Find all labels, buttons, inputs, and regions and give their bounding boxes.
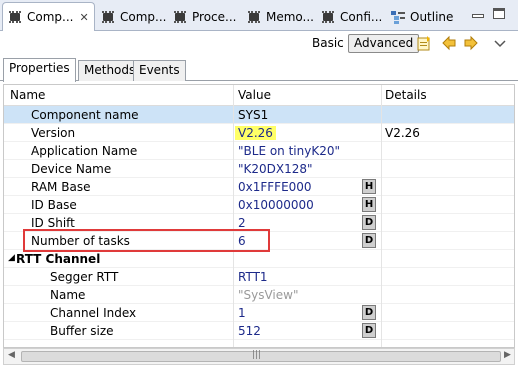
minimize-icon[interactable] [472, 14, 484, 18]
number-format-toggle[interactable]: H [362, 179, 376, 194]
tab-label: Comp... [27, 10, 74, 24]
maximize-icon[interactable] [493, 8, 505, 19]
property-name: Channel Index [50, 306, 137, 320]
tab-events[interactable]: Events [133, 60, 186, 81]
table-row[interactable]: Application Name "BLE on tinyK20" [4, 142, 514, 160]
property-value[interactable]: 1 [238, 306, 246, 320]
processor-chip-icon [173, 10, 187, 23]
property-value[interactable]: V2.26 [235, 126, 276, 140]
config-chip-icon [321, 10, 335, 23]
property-name: Buffer size [50, 324, 114, 338]
column-header-value[interactable]: Value [238, 88, 271, 102]
close-icon[interactable]: ✕ [79, 11, 88, 24]
properties-table: Name Value Details Component name SYS1 Ver… [3, 84, 515, 348]
basic-mode-button[interactable]: Basic [312, 36, 344, 50]
property-name: Name [50, 288, 86, 302]
number-format-toggle[interactable]: D [362, 323, 376, 338]
table-row[interactable]: RAM Base 0x1FFFE000 H [4, 178, 514, 196]
forward-arrow-icon[interactable] [463, 35, 479, 51]
back-arrow-icon[interactable] [441, 35, 457, 51]
scrollbar-thumb[interactable]: ||| [21, 350, 501, 362]
memory-chip-icon [247, 10, 261, 23]
tab-components-inspector[interactable]: Comp... ✕ [2, 2, 95, 31]
table-header: Name Value Details [4, 85, 514, 106]
scrollbar-grip-icon: ||| [252, 350, 262, 360]
column-divider [233, 85, 234, 347]
view-tab-bar: Comp... ✕ Comp... Proce... Memo... Confi… [0, 0, 518, 31]
property-value[interactable]: RTT1 [238, 270, 268, 284]
tab-label: Memo... [266, 9, 314, 24]
horizontal-scrollbar[interactable]: ◀ ||| ▶ [3, 348, 515, 365]
scroll-left-arrow-icon[interactable]: ◀ [8, 350, 15, 360]
tab-label: Comp... [120, 9, 167, 24]
view-toolbar: Basic Advanced [0, 31, 518, 57]
property-name: ID Base [31, 198, 77, 212]
tab-memory[interactable]: Memo... [242, 3, 319, 30]
tab-configurations[interactable]: Confi... [316, 3, 387, 30]
column-divider [381, 85, 382, 347]
property-value[interactable]: 2 [238, 216, 246, 230]
tab-label: Outline [410, 9, 454, 24]
number-format-toggle[interactable]: D [362, 215, 376, 230]
table-row[interactable]: Component name SYS1 [4, 106, 514, 124]
component-chip-icon [101, 10, 115, 23]
property-name: RAM Base [31, 180, 91, 194]
number-format-toggle[interactable]: D [362, 305, 376, 320]
tab-outline[interactable]: Outline [386, 3, 458, 30]
number-format-toggle[interactable]: H [362, 197, 376, 212]
component-chip-icon [8, 11, 22, 23]
property-value[interactable]: 512 [238, 324, 261, 338]
property-value[interactable]: 0x10000000 [238, 198, 314, 212]
scroll-right-arrow-icon[interactable]: ▶ [504, 350, 511, 360]
property-name: RTT Channel [16, 252, 101, 266]
table-group-row[interactable]: ◢ RTT Channel [4, 250, 514, 268]
property-name: Version [31, 126, 76, 140]
table-row[interactable]: Segger RTT RTT1 [4, 268, 514, 286]
property-name: ID Shift [31, 216, 75, 230]
table-row[interactable]: Version V2.26 V2.26 [4, 124, 514, 142]
property-value[interactable]: "SysView" [238, 288, 299, 302]
property-name: Component name [31, 108, 139, 122]
tab-methods[interactable]: Methods [78, 60, 142, 81]
property-details: V2.26 [385, 126, 420, 140]
table-row[interactable]: Device Name "K20DX128" [4, 160, 514, 178]
property-value[interactable]: 0x1FFFE000 [238, 180, 312, 194]
property-value[interactable]: SYS1 [238, 108, 268, 122]
outline-icon [391, 10, 405, 24]
column-header-name[interactable]: Name [10, 88, 45, 102]
property-name: Device Name [31, 162, 112, 176]
table-row[interactable]: Buffer size 512 D [4, 322, 514, 340]
table-row[interactable]: Name "SysView" [4, 286, 514, 304]
tab-processor[interactable]: Proce... [168, 3, 241, 30]
property-name: Application Name [31, 144, 138, 158]
property-value[interactable]: "K20DX128" [238, 162, 313, 176]
tab-label: Proce... [192, 9, 237, 24]
expand-triangle-icon[interactable]: ◢ [8, 253, 15, 263]
table-row[interactable]: Channel Index 1 D [4, 304, 514, 322]
property-name: Segger RTT [50, 270, 119, 284]
advanced-mode-button[interactable]: Advanced [348, 34, 420, 53]
new-note-icon[interactable] [416, 35, 432, 51]
column-header-details[interactable]: Details [385, 88, 427, 102]
annotation-highlight-box [23, 229, 270, 252]
table-row[interactable]: ID Base 0x10000000 H [4, 196, 514, 214]
tab-components-library[interactable]: Comp... [96, 3, 171, 30]
view-menu-chevron-down-icon[interactable] [492, 35, 508, 51]
inspector-tab-bar: Properties Methods Events [0, 57, 518, 82]
tab-label: Confi... [340, 9, 383, 24]
property-value[interactable]: "BLE on tinyK20" [238, 144, 340, 158]
number-format-toggle[interactable]: D [362, 233, 376, 248]
tab-properties[interactable]: Properties [3, 58, 76, 82]
